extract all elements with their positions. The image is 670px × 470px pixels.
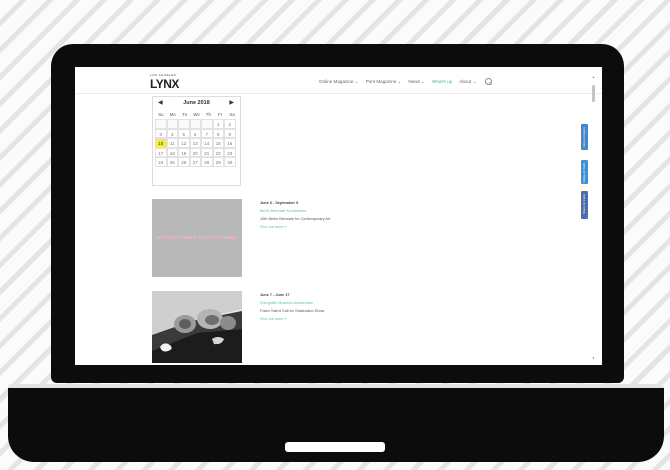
calendar-day: [178, 119, 190, 129]
event-date: June 6 - September 9: [260, 201, 299, 205]
calendar-day[interactable]: 15: [212, 138, 224, 148]
weekday-label: Su: [158, 111, 164, 117]
scroll-down-icon[interactable]: ▼: [592, 356, 595, 360]
event-image-photo[interactable]: [152, 291, 242, 363]
calendar-day[interactable]: 23: [224, 147, 236, 157]
calendar-day[interactable]: 13: [189, 138, 201, 148]
calendar-header: ◀ June 2018 ▶: [153, 97, 240, 109]
nav-whats-up[interactable]: What's up: [432, 79, 452, 84]
calendar-day[interactable]: 25: [166, 157, 178, 167]
event-venue-link[interactable]: Fotografie Museum Amsterdam: [260, 301, 380, 305]
calendar-day[interactable]: 27: [189, 157, 201, 167]
calendar-day[interactable]: 7: [201, 128, 213, 138]
facebook-like-button[interactable]: Like on Facebook: [581, 124, 588, 150]
calendar-day[interactable]: 16: [224, 138, 236, 148]
calendar-day[interactable]: 28: [201, 157, 213, 167]
event-more-link[interactable]: Find out more »: [260, 317, 380, 321]
share-icon: Share on Facebook: [582, 194, 586, 214]
event-details: June 7 - June 17 Fotografie Museum Amste…: [260, 293, 380, 321]
nav-print-magazine[interactable]: Print Magazine ⌄: [366, 79, 402, 85]
calendar-day[interactable]: 22: [212, 147, 224, 157]
logo-wordmark: LYNX: [150, 77, 179, 91]
calendar-day[interactable]: 21: [201, 147, 213, 157]
calendar-day[interactable]: 19: [178, 147, 190, 157]
calendar-day[interactable]: 17: [155, 147, 167, 157]
calendar-day[interactable]: 14: [201, 138, 213, 148]
calendar-day: [166, 119, 178, 129]
calendar-day[interactable]: 3: [155, 128, 167, 138]
nav-about[interactable]: About ⌄: [459, 79, 476, 85]
calendar-day: [155, 119, 167, 129]
weekday-label: We: [193, 111, 200, 117]
calendar-day: [201, 119, 213, 129]
calendar-day[interactable]: 10: [155, 138, 167, 148]
event-image-caption: WE DON'T NEED ANOTHER HERO: [156, 235, 238, 240]
weekday-label: Fr: [218, 111, 223, 117]
calendar-day[interactable]: 20: [189, 147, 201, 157]
calendar-day[interactable]: 1: [212, 119, 224, 129]
calendar-day[interactable]: 5: [178, 128, 190, 138]
calendar-day[interactable]: 2: [224, 119, 236, 129]
laptop-hinge: [8, 384, 664, 388]
event-image-hero[interactable]: WE DON'T NEED ANOTHER HERO: [152, 199, 242, 277]
calendar-day[interactable]: 18: [166, 147, 178, 157]
calendar-day[interactable]: 11: [166, 138, 178, 148]
facebook-share-button[interactable]: Share on Facebook: [581, 191, 588, 219]
laptop-trackpad-slot: [285, 442, 385, 452]
weekday-label: Th: [205, 111, 211, 117]
site-logo[interactable]: LOS ANGELES LYNX: [150, 73, 190, 91]
search-icon[interactable]: [485, 78, 493, 85]
scroll-up-icon[interactable]: ▲: [592, 75, 595, 79]
twitter-follow-button[interactable]: Follow on Twitter: [581, 160, 588, 184]
calendar-day[interactable]: 9: [224, 128, 236, 138]
main-nav: Online Magazine ⌄ Print Magazine ⌄ News …: [319, 78, 493, 85]
event-date: June 7 - June 17: [260, 293, 290, 297]
calendar-day[interactable]: 29: [212, 157, 224, 167]
calendar-day[interactable]: 30: [224, 157, 236, 167]
weekday-label: Sa: [229, 111, 235, 117]
facebook-icon: Like on Facebook: [582, 127, 586, 147]
calendar-month-title: June 2018: [183, 100, 210, 106]
calendar-day[interactable]: 6: [189, 128, 201, 138]
calendar-day[interactable]: 26: [178, 157, 190, 167]
calendar-next-icon[interactable]: ▶: [229, 99, 234, 106]
event-venue-link[interactable]: Berlin Biennale Kunstwerke: [260, 209, 380, 213]
calendar-weekdays: Su Mo Tu We Th Fr Sa: [153, 109, 240, 119]
calendar-day[interactable]: 12: [178, 138, 190, 148]
browser-screen: LOS ANGELES LYNX Online Magazine ⌄ Print…: [75, 67, 602, 365]
scroll-thumb[interactable]: [592, 85, 595, 102]
nav-online-magazine[interactable]: Online Magazine ⌄: [319, 79, 359, 85]
calendar-grid: 1 2 3 4 5 6 7 8 9 10 11 12 13 14 15 16 17 18 19 20 21 22 23 24 2…: [153, 119, 240, 167]
event-title: 10th Berlin Biennale for Contemporary Ar…: [260, 217, 331, 221]
weekday-label: Mo: [169, 111, 176, 117]
photo-still-life: [152, 291, 242, 363]
event-details: June 6 - September 9 Berlin Biennale Kun…: [260, 201, 380, 229]
event-more-link[interactable]: Find out more »: [260, 225, 380, 229]
twitter-icon: Follow on Twitter: [582, 163, 586, 183]
calendar-day[interactable]: 8: [212, 128, 224, 138]
event-title: Foam Talent Call for Graduation Show: [260, 309, 325, 313]
site-header: LOS ANGELES LYNX Online Magazine ⌄ Print…: [75, 67, 602, 94]
calendar-day[interactable]: 24: [155, 157, 167, 167]
weekday-label: Tu: [182, 111, 188, 117]
nav-news[interactable]: News ⌄: [408, 79, 425, 85]
calendar-day: [189, 119, 201, 129]
events-calendar: ◀ June 2018 ▶ Su Mo Tu We Th Fr Sa 12345…: [152, 96, 241, 186]
page-scrollbar[interactable]: ▲ ▼: [591, 67, 596, 365]
calendar-day[interactable]: 4: [166, 128, 178, 138]
